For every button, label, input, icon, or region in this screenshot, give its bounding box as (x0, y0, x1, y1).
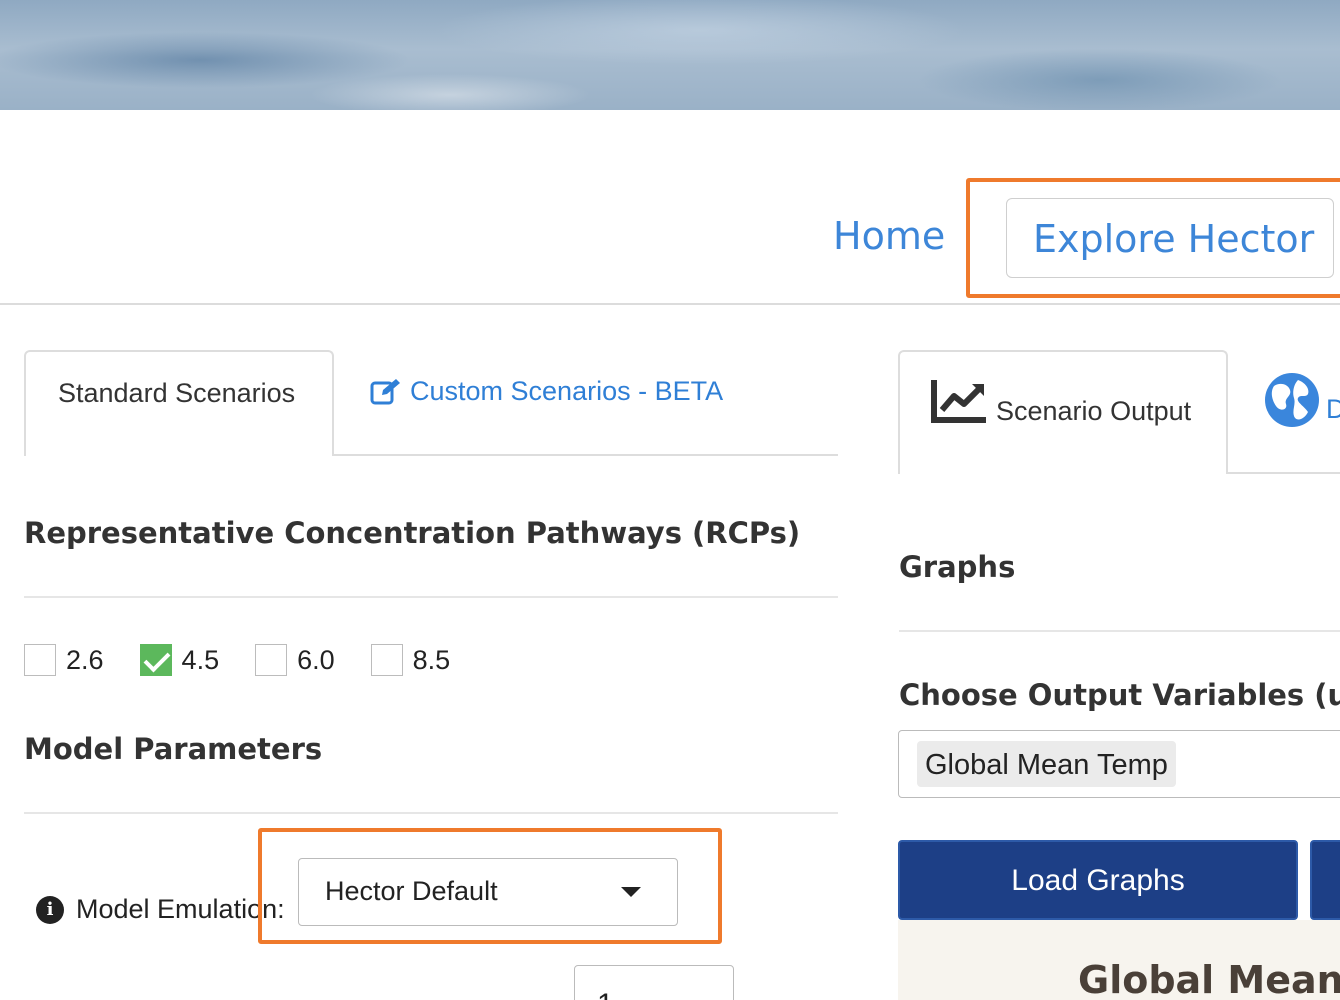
tab-standard-scenarios[interactable]: Standard Scenarios (24, 350, 334, 456)
rcp-label: 6.0 (297, 644, 335, 675)
tab-custom-scenarios-label: Custom Scenarios - BETA (410, 376, 724, 406)
edit-icon (370, 378, 400, 404)
plot-area: Global Mean (898, 920, 1340, 1000)
line-chart-icon (931, 380, 986, 423)
choose-output-variables-heading: Choose Output Variables (up (899, 678, 1340, 712)
tab-standard-scenarios-label: Standard Scenarios (58, 378, 296, 408)
tab-scenario-output-label: Scenario Output (996, 396, 1192, 426)
rcp-label: 8.5 (412, 644, 451, 675)
output-tabs: Scenario Output D (898, 350, 1340, 474)
rcp-option-6-0[interactable]: 6.0 (255, 644, 335, 676)
rcp-checkbox-group: 2.6 4.5 6.0 8.5 (24, 644, 486, 676)
chevron-down-icon (621, 887, 641, 897)
parameter-value: 1 (597, 988, 614, 1000)
output-variables-select[interactable]: Global Mean Temp (898, 730, 1340, 798)
model-emulation-label: Model Emulation: (76, 894, 285, 924)
rcp-option-4-5[interactable]: 4.5 (139, 644, 220, 676)
rcp-label: 4.5 (181, 644, 220, 675)
plot-title: Global Mean (1078, 958, 1340, 1000)
rcp-option-2-6[interactable]: 2.6 (24, 644, 104, 676)
divider (24, 812, 838, 814)
graphs-heading: Graphs (899, 550, 1016, 584)
tab-map-label[interactable]: D (1326, 394, 1340, 425)
rcp-checkbox[interactable] (24, 644, 56, 676)
navbar: Home Explore Hector (0, 110, 1340, 305)
nav-home-link[interactable]: Home (833, 214, 945, 258)
load-graphs-button[interactable]: Load Graphs (898, 840, 1298, 920)
nav-explore-label: Explore Hector (1033, 217, 1315, 261)
divider (24, 596, 838, 598)
rcp-label: 2.6 (66, 644, 104, 675)
model-emulation-value: Hector Default (325, 876, 498, 906)
rcp-heading: Representative Concentration Pathways (R… (24, 516, 801, 550)
tab-scenario-output[interactable]: Scenario Output (898, 350, 1228, 474)
model-parameters-heading: Model Parameters (24, 732, 323, 766)
scenario-tabs: Standard Scenarios Custom Scenarios - BE… (24, 350, 838, 456)
model-emulation-select[interactable]: Hector Default (298, 858, 678, 926)
rcp-checkbox[interactable] (255, 644, 288, 676)
info-icon[interactable]: i (36, 895, 64, 924)
selected-variable-chip[interactable]: Global Mean Temp (917, 741, 1176, 787)
parameter-numeric-input[interactable]: 1 (574, 965, 734, 1000)
divider (899, 630, 1340, 632)
secondary-action-button[interactable] (1310, 840, 1340, 920)
rcp-checkbox[interactable] (139, 644, 172, 676)
rcp-checkbox[interactable] (370, 644, 403, 676)
globe-icon[interactable] (1264, 372, 1320, 428)
rcp-option-8-5[interactable]: 8.5 (370, 644, 451, 676)
model-emulation-field-label: i Model Emulation: (36, 894, 285, 925)
nav-explore-hector-link[interactable]: Explore Hector (1006, 198, 1334, 278)
header-banner-image (0, 0, 1340, 110)
tab-custom-scenarios[interactable]: Custom Scenarios - BETA (370, 376, 723, 407)
